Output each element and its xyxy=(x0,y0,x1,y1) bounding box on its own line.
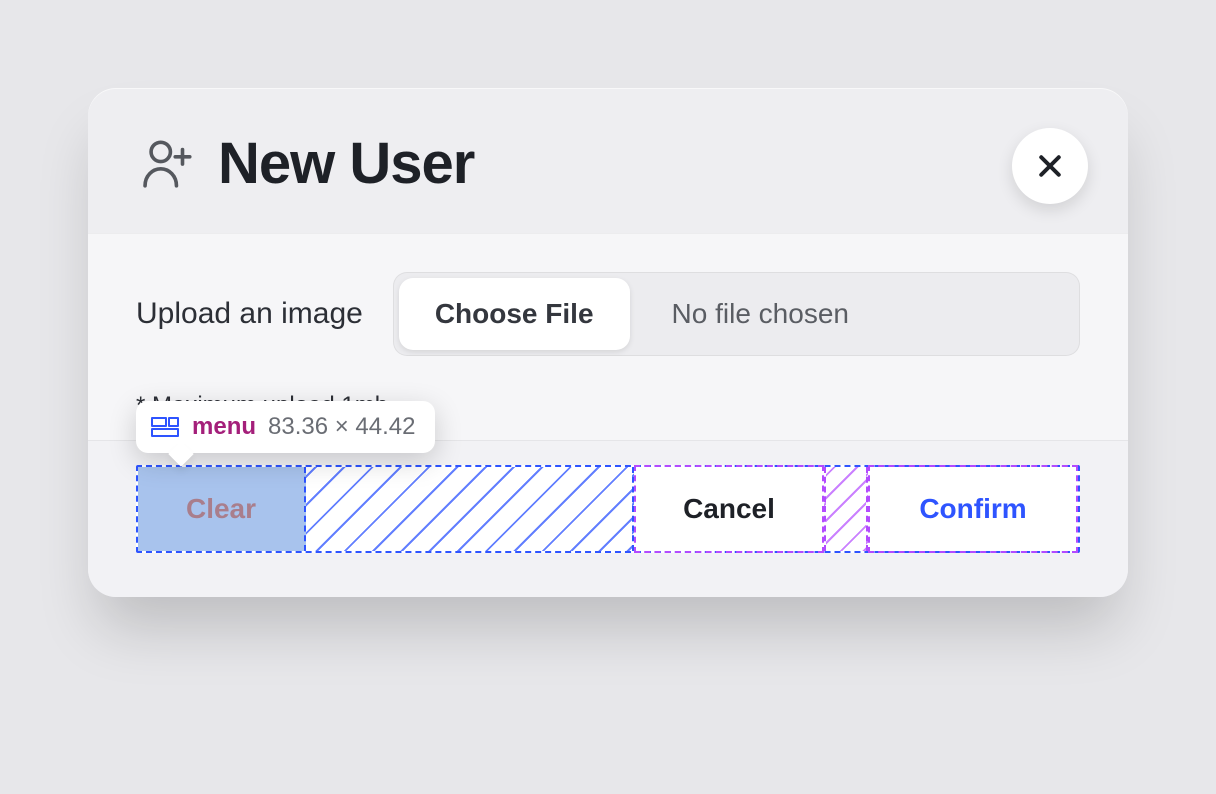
clear-button[interactable]: Clear xyxy=(138,467,306,551)
confirm-button[interactable]: Confirm xyxy=(868,465,1078,553)
dialog-footer: menu 83.36 × 44.42 Clear Cancel Confirm xyxy=(88,440,1128,597)
cancel-button[interactable]: Cancel xyxy=(634,465,824,553)
close-icon xyxy=(1035,151,1065,181)
devtools-tooltip: menu 83.36 × 44.42 xyxy=(136,401,435,453)
dialog-title: New User xyxy=(218,130,474,197)
gap-spacer xyxy=(824,467,868,551)
close-button[interactable] xyxy=(1012,128,1088,204)
dialog-header: New User xyxy=(88,88,1128,233)
footer-menu-bar: Clear Cancel Confirm xyxy=(136,465,1080,553)
new-user-dialog: New User Upload an image Choose File No … xyxy=(88,88,1128,597)
upload-row: Upload an image Choose File No file chos… xyxy=(136,272,1080,356)
add-user-icon xyxy=(136,132,200,196)
devtools-element-tag: menu xyxy=(192,413,256,441)
flex-icon xyxy=(150,416,180,438)
flex-spacer xyxy=(306,467,634,551)
devtools-dimensions: 83.36 × 44.42 xyxy=(268,413,415,441)
choose-file-button[interactable]: Choose File xyxy=(399,278,630,350)
upload-label: Upload an image xyxy=(136,297,363,331)
file-input-group: Choose File No file chosen xyxy=(393,272,1080,356)
file-status-text: No file chosen xyxy=(636,272,1080,356)
